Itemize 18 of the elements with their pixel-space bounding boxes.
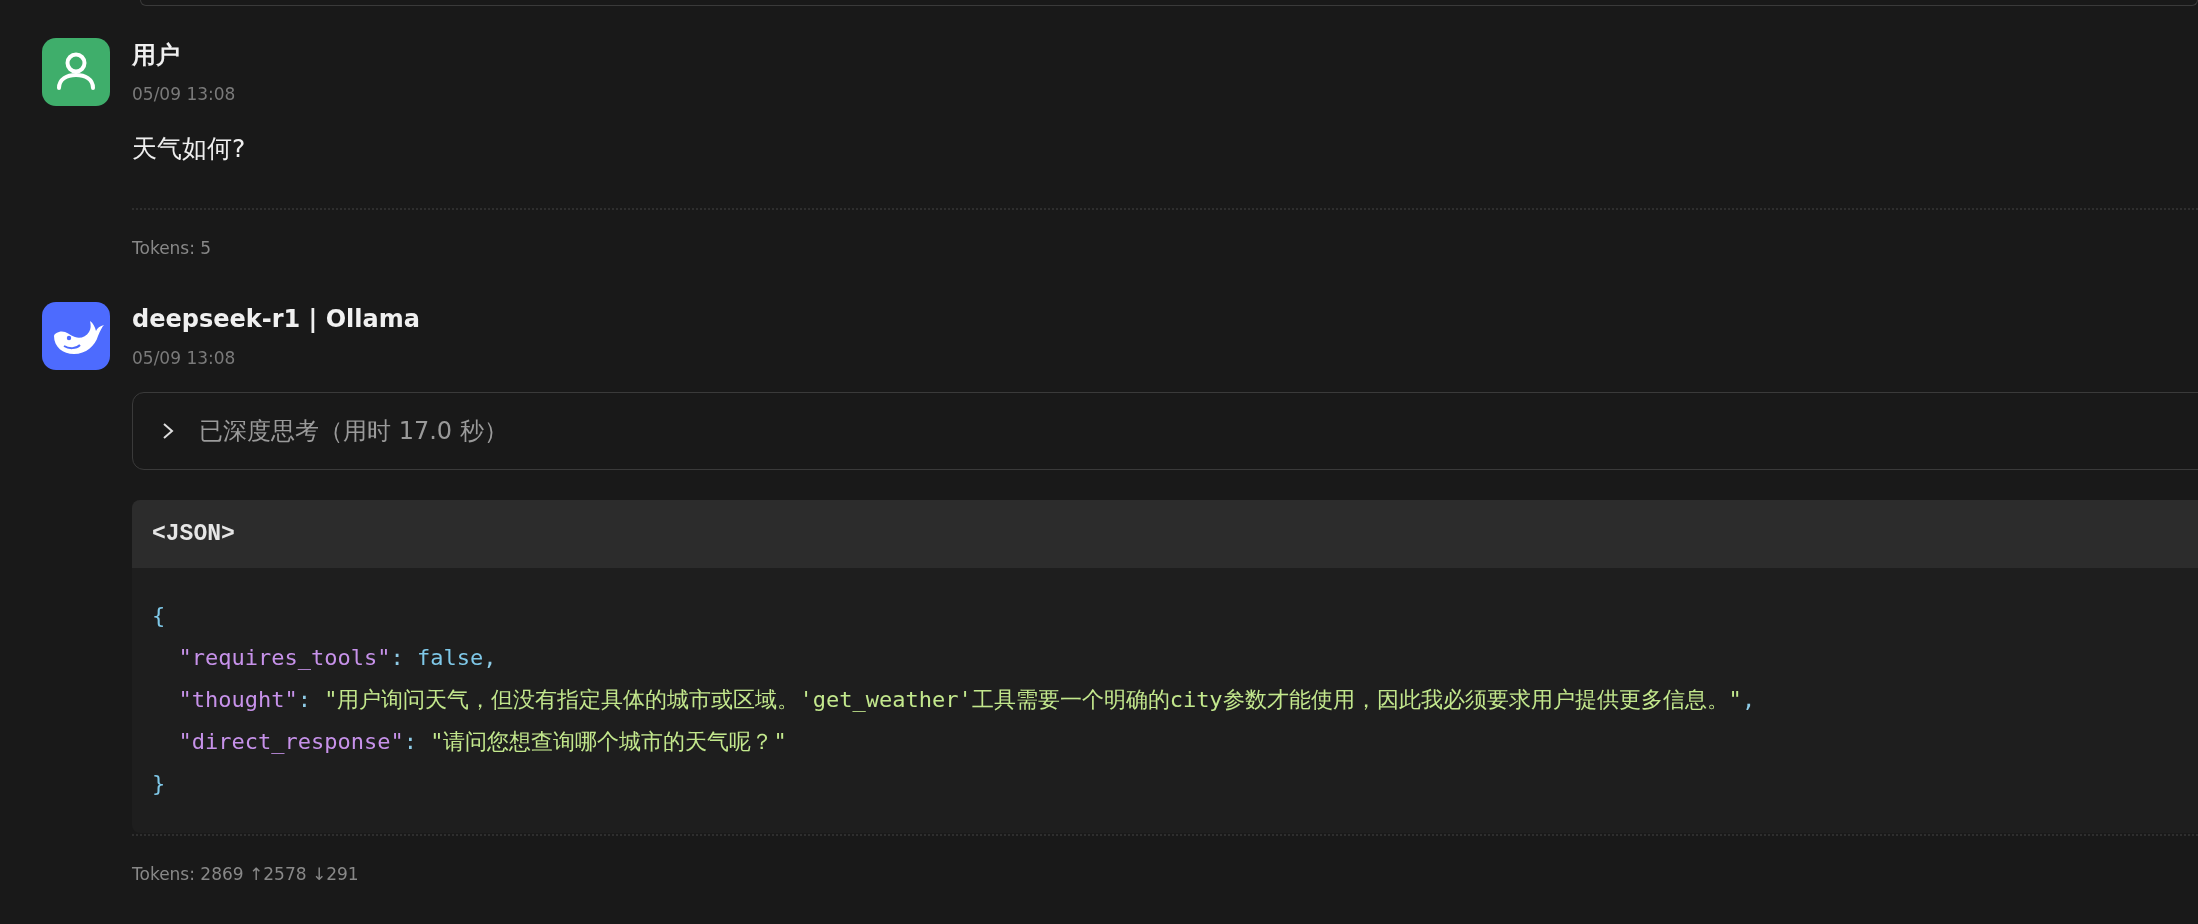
- chevron-icon: [161, 421, 175, 441]
- code-line: "direct_response": "请问您想查询哪个城市的天气呢？": [177, 728, 787, 756]
- code-line: "requires_tools": false,: [177, 644, 497, 672]
- code-line: }: [152, 770, 166, 798]
- message-text: 天气如何?: [132, 133, 246, 165]
- code-line: {: [152, 602, 166, 630]
- thinking-toggle[interactable]: 已深度思考（用时 17.0 秒）: [132, 392, 2198, 470]
- timestamp: 05/09 13:08: [132, 347, 237, 370]
- sender-name: deepseek-r1 | Ollama: [132, 304, 421, 334]
- thinking-label: 已深度思考（用时 17.0 秒）: [199, 416, 508, 447]
- whale-avatar-icon: [42, 302, 110, 370]
- user-avatar-icon: [42, 38, 110, 106]
- sender-name: 用户: [132, 40, 181, 70]
- code-language: <JSON>: [132, 500, 2198, 568]
- code-line: "thought": "用户询问天气，但没有指定具体的城市或区域。'get_weather'工具需要一个明确的city参数才能使用，因此我必须要求用户提供更多信息。",: [177, 686, 1756, 714]
- token-count: Tokens: 5: [132, 237, 212, 260]
- token-count: Tokens: 2869 ↑2578 ↓291: [132, 863, 359, 886]
- timestamp: 05/09 13:08: [132, 83, 237, 106]
